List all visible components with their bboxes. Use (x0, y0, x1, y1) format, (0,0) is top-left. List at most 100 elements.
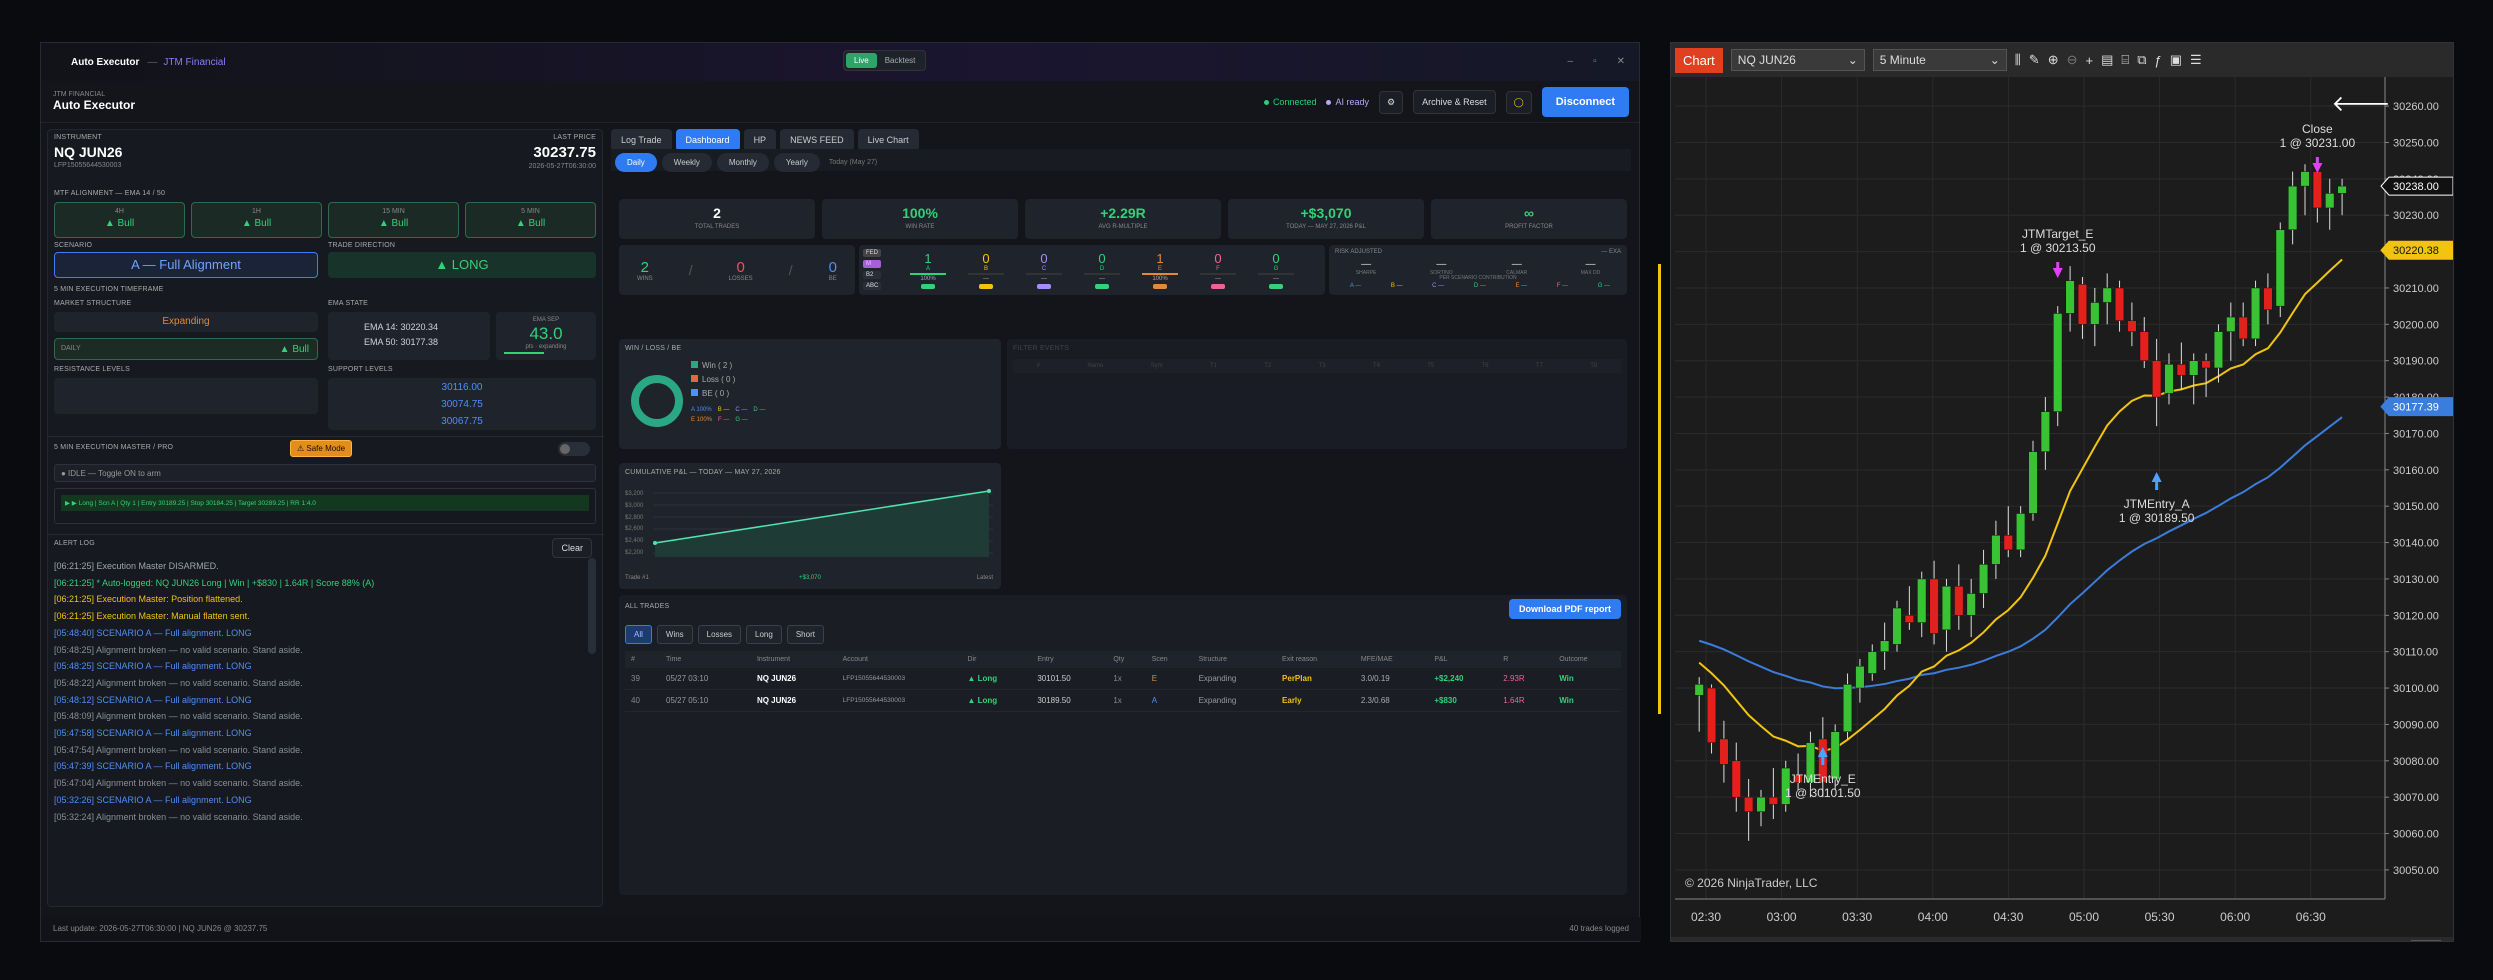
column-header[interactable]: Instrument (750, 651, 837, 668)
download-pdf-button[interactable]: Download PDF report (1509, 599, 1621, 619)
zoom-in-icon[interactable]: ⊕ (2048, 52, 2059, 68)
indicators-icon[interactable]: ƒ (2155, 53, 2162, 68)
price-chart[interactable]: 02:30 03:00 03:30 04:00 04:30 05:00 05:30 06:00… (1671, 77, 2453, 941)
candle-down (1744, 796, 1754, 812)
scrollbar-thumb[interactable] (2411, 940, 2441, 941)
mtf-timeframe: 1H (252, 208, 261, 215)
minimize-icon[interactable]: – (1568, 56, 1574, 67)
table-row[interactable]: 40 05/27 05:10 NQ JUN26 LFP15055644530003 ▲ … (625, 689, 1621, 712)
interval-select[interactable]: 5 Minute ⌄ (1872, 49, 2007, 71)
tab-log-trade[interactable]: Log Trade (611, 129, 672, 151)
list-icon[interactable]: ☰ (2190, 52, 2202, 68)
period-monthly[interactable]: Monthly (716, 153, 769, 172)
candle-down (2114, 287, 2125, 321)
ema-sep-value: 43.0 (529, 324, 563, 343)
theme-toggle-icon[interactable]: ◯ (1505, 90, 1532, 114)
alert-line: [05:47:58] SCENARIO A — Full alignment. … (54, 728, 252, 739)
column-header[interactable]: Exit reason (1276, 651, 1355, 668)
column-header[interactable]: P&L (1428, 651, 1498, 668)
table-cell: Expanding (1192, 689, 1277, 712)
risk-value: — (1585, 259, 1596, 270)
master-label: 5 MIN EXECUTION MASTER / PRO (54, 444, 174, 451)
column-header[interactable]: R (1497, 651, 1554, 668)
column-header[interactable]: Dir (961, 651, 1032, 668)
table-cell: 30189.50 (1031, 689, 1108, 712)
column-header[interactable]: MFE/MAE (1354, 651, 1429, 668)
stat-value: 2 (713, 205, 721, 221)
filter-long[interactable]: Long (746, 625, 782, 644)
column-header[interactable]: Account (836, 651, 962, 668)
tab-dashboard[interactable]: Dashboard (675, 129, 740, 151)
mtf-tile: 4H ▲ Bull (54, 202, 185, 238)
crosshair-icon[interactable]: + (2086, 53, 2094, 68)
column-header[interactable]: Outcome (1553, 651, 1621, 668)
column-header[interactable]: Scen (1145, 651, 1193, 668)
support-levels: 30116.00 30074.75 30067.75 (328, 378, 596, 430)
toggle-knob (560, 444, 570, 454)
close-icon[interactable]: ✕ (1617, 56, 1625, 67)
candle-up (2053, 313, 2063, 412)
snapshot-icon[interactable]: ▣ (2170, 52, 2182, 68)
scenario-chip (1269, 284, 1283, 289)
bar-type-icon[interactable]: ⫼ (2015, 52, 2021, 68)
trade-annotation-title: Close (2302, 122, 2333, 136)
tab-live-chart[interactable]: Live Chart (857, 129, 919, 151)
clear-log-button[interactable]: Clear (552, 538, 592, 558)
daily-value: ▲ Bull (279, 344, 309, 355)
candle-up (1880, 640, 1890, 652)
arm-toggle[interactable] (558, 442, 590, 456)
draw-tool-icon[interactable]: ✎ (2029, 52, 2040, 68)
candle-up (2226, 316, 2236, 332)
ema-sep-bar (504, 352, 544, 354)
column-header[interactable]: Structure (1192, 651, 1277, 668)
scenario-tag[interactable]: M (863, 260, 882, 268)
mode-live[interactable]: Live (846, 53, 877, 68)
y-tick-label: 30210.00 (2393, 283, 2439, 295)
tab-news-feed[interactable]: NEWS FEED (780, 129, 854, 151)
disconnect-button[interactable]: Disconnect (1541, 87, 1629, 117)
alert-scrollbar[interactable] (588, 558, 596, 654)
settings-icon[interactable]: ⚙ (1379, 90, 1404, 114)
period-yearly[interactable]: Yearly (773, 153, 820, 172)
column-header[interactable]: Entry (1031, 651, 1108, 668)
candle-up (2325, 193, 2335, 209)
scenario-tag[interactable]: FED (863, 249, 882, 257)
strategies-icon[interactable]: ⌸ (2121, 52, 2129, 68)
scenario-counter: 0 D — (1073, 251, 1131, 291)
table-row[interactable]: 39 05/27 03:10 NQ JUN26 LFP15055644530003 ▲ … (625, 668, 1621, 690)
filter-wins[interactable]: Wins (656, 625, 693, 644)
back-arrow-icon[interactable]: 🡐 (2332, 92, 2391, 117)
x-tick-label: 02:30 (1691, 910, 1721, 924)
column-header[interactable]: # (625, 651, 661, 668)
scenario-tag[interactable]: B2 (863, 271, 882, 279)
y-tick-label: 30170.00 (2393, 428, 2439, 440)
filter-short[interactable]: Short (786, 625, 824, 644)
properties-icon[interactable]: ▤ (2101, 52, 2113, 68)
archive-reset-button[interactable]: Archive & Reset (1413, 90, 1496, 114)
filter-losses[interactable]: Losses (697, 625, 742, 644)
column-header[interactable]: Time (660, 651, 751, 668)
zoom-out-icon[interactable]: ⊖ (2067, 52, 2078, 68)
stat-value: +2.29R (1100, 205, 1146, 221)
app-subtitle: JTM Financial (163, 56, 226, 68)
templates-icon[interactable]: ⧉ (2137, 52, 2146, 68)
filter-all[interactable]: All (625, 625, 652, 644)
wlb-label: BE (828, 275, 837, 282)
tab-hp[interactable]: HP (743, 129, 777, 151)
mode-backtest[interactable]: Backtest (877, 53, 924, 68)
scenario-tag[interactable]: ABC (863, 282, 882, 290)
splitter-handle[interactable] (1658, 264, 1661, 714)
footer-status: Last update: 2026-05-27T06:30:00 | NQ JU… (53, 924, 268, 933)
maximize-icon[interactable]: ▫ (1593, 56, 1597, 67)
period-daily[interactable]: Daily (615, 153, 657, 172)
candle-down (1731, 760, 1741, 798)
column-header[interactable]: Qty (1107, 651, 1146, 668)
period-weekly[interactable]: Weekly (661, 153, 712, 172)
time-scrollbar[interactable] (1671, 937, 2453, 941)
candle-down (1904, 615, 1914, 623)
cum-y-tick: $2,600 (625, 526, 644, 533)
safe-mode-badge[interactable]: ⚠ Safe Mode (290, 440, 353, 457)
candle-up (2275, 229, 2285, 307)
instrument-select[interactable]: NQ JUN26 ⌄ (1730, 49, 1865, 71)
support-level: 30074.75 (441, 399, 483, 410)
